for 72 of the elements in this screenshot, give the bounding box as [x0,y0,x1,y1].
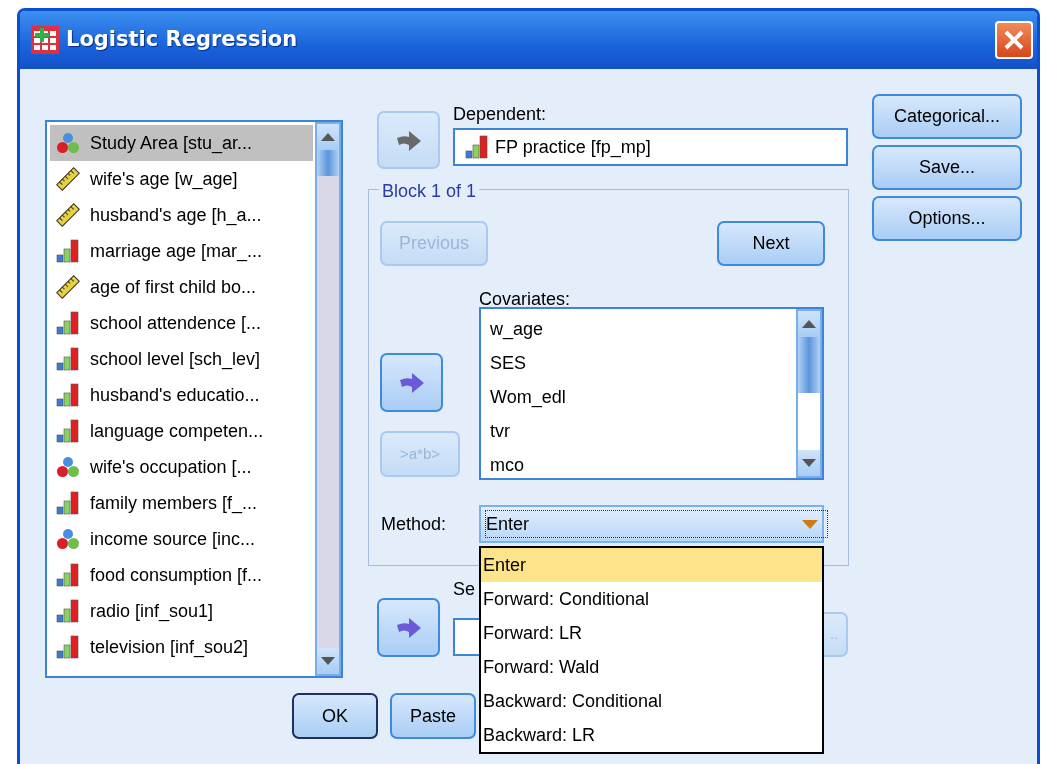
covariate-item[interactable]: w_age [484,312,792,346]
variable-item[interactable]: television [inf_sou2] [50,629,313,665]
scrollbar[interactable] [315,122,341,676]
app-icon [30,25,60,55]
next-button[interactable]: Next [717,221,825,266]
caret-icon [802,519,818,529]
dependent-label: Dependent: [453,103,548,126]
scroll-down-icon [321,657,335,665]
variable-item[interactable]: marriage age [mar_... [50,233,313,269]
variable-item[interactable]: school level [sch_lev] [50,341,313,377]
arrow-icon [398,372,425,395]
dialog-button[interactable]: Paste [390,693,476,739]
move-arrow-button[interactable] [380,353,443,412]
bar-chart-icon [56,347,80,371]
bar-chart-icon [56,491,80,515]
variable-item[interactable]: food consumption [f... [50,557,313,593]
dropdown-option[interactable]: Forward: Wald [481,650,822,684]
move-arrow-button[interactable] [377,598,440,657]
arrow-icon [395,617,422,640]
circles-icon [56,455,80,479]
scroll-up-icon [321,133,335,141]
covariate-item[interactable]: SES [484,346,792,380]
scroll-thumb[interactable] [317,150,339,176]
circles-icon [56,131,80,155]
bar-chart-icon [56,599,80,623]
covariate-item[interactable]: Wom_edl [484,380,792,414]
close-button[interactable] [995,21,1033,59]
dialog-button[interactable]: OK [292,693,378,739]
variable-item[interactable]: Study Area [stu_ar... [50,125,313,161]
variable-item[interactable]: school attendence [... [50,305,313,341]
dropdown-option[interactable]: Backward: Conditional [481,684,822,718]
variable-item[interactable]: income source [inc... [50,521,313,557]
circles-icon [56,527,80,551]
dialog-button[interactable]: Categorical... [872,94,1022,139]
bar-chart-icon [56,383,80,407]
dropdown-option[interactable]: Forward: LR [481,616,822,650]
covariate-item[interactable]: mco [484,448,792,478]
variable-item[interactable]: family members [f_... [50,485,313,521]
bar-chart-icon [56,239,80,263]
bar-chart-icon [465,135,489,159]
scroll-up-button[interactable] [317,124,339,150]
bar-chart-icon [56,563,80,587]
dialog-button[interactable]: Save... [872,145,1022,190]
variable-item[interactable]: husband's educatio... [50,377,313,413]
dropdown-option[interactable]: Enter [481,548,822,582]
scroll-thumb[interactable] [798,337,820,393]
scroll-down-icon [802,459,816,467]
bar-chart-icon [56,419,80,443]
scrollbar[interactable] [796,309,822,478]
variable-item[interactable]: wife's occupation [... [50,449,313,485]
arrow-icon [395,129,422,152]
dialog-button[interactable]: Options... [872,196,1022,241]
dropdown-option[interactable]: Forward: Conditional [481,582,822,616]
dropdown-option[interactable]: Backward: LR [481,718,822,752]
scroll-up-button[interactable] [798,311,820,337]
window-title: Logistic Regression [66,26,298,54]
method-label: Method: [381,512,448,536]
scroll-down-button[interactable] [798,450,820,476]
variable-item[interactable]: husband's age [h_a... [50,197,313,233]
scroll-up-icon [802,320,816,328]
variable-item[interactable]: age of first child bo... [50,269,313,305]
covariate-item[interactable]: tvr [484,414,792,448]
scroll-down-button[interactable] [317,648,339,674]
variable-item[interactable]: wife's age [w_age] [50,161,313,197]
dependent-field[interactable]: FP practice [fp_mp] [453,128,848,166]
covariates-label: Covariates: [479,288,572,307]
variable-item[interactable]: radio [inf_sou1] [50,593,313,629]
bar-chart-icon [56,311,80,335]
variable-item[interactable]: language competen... [50,413,313,449]
close-icon [1003,29,1025,51]
selection-label: Se [453,578,477,598]
bar-chart-icon [56,635,80,659]
